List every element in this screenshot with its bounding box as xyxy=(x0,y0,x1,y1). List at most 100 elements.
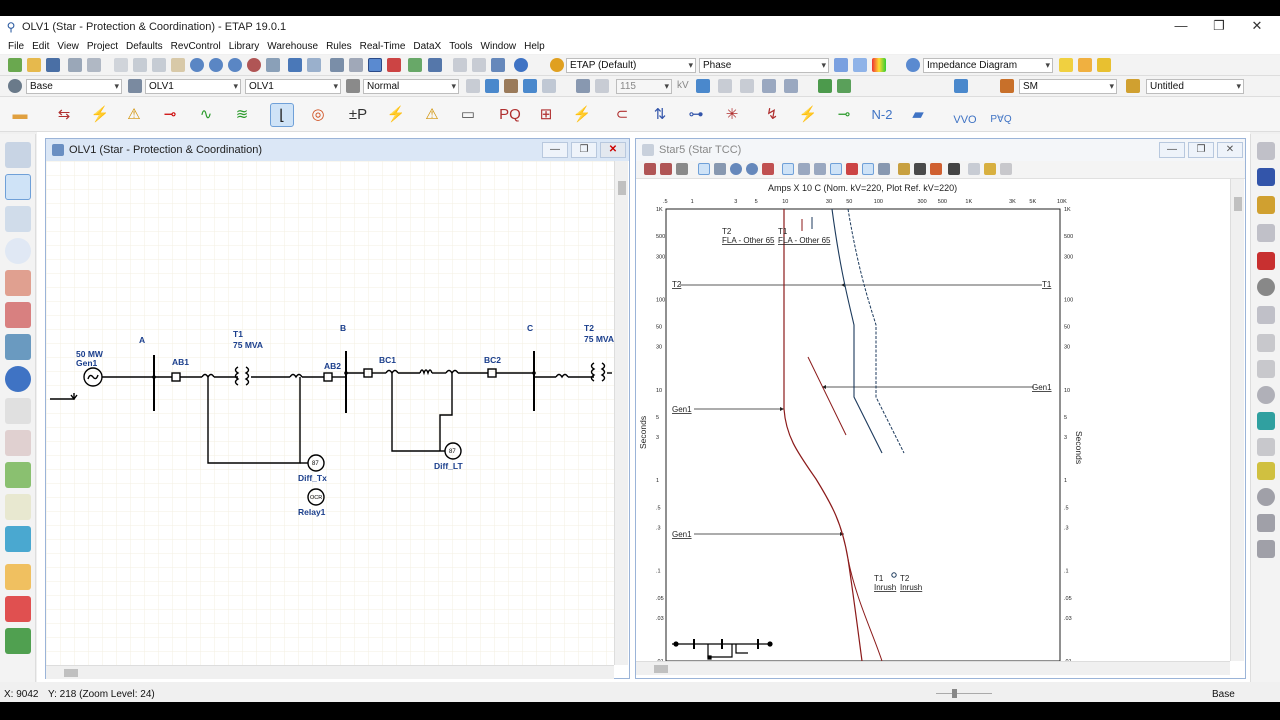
menu-edit[interactable]: Edit xyxy=(32,41,49,52)
green-cars-icon[interactable] xyxy=(837,79,851,93)
star-protection-icon[interactable]: ⌊ xyxy=(270,103,294,127)
flow-diagram-icon[interactable] xyxy=(5,564,31,590)
open-icon[interactable] xyxy=(27,58,41,72)
railway-icon[interactable]: ▰ xyxy=(906,103,930,127)
menu-help[interactable]: Help xyxy=(524,41,545,52)
tcc-hash-icon[interactable] xyxy=(1000,163,1012,175)
dc-load-flow-icon[interactable]: ⇅ xyxy=(648,103,672,127)
tcc-print-icon[interactable] xyxy=(914,163,926,175)
menu-view[interactable]: View xyxy=(57,41,79,52)
sync-icon[interactable] xyxy=(1257,540,1275,558)
copy-config-icon[interactable] xyxy=(466,79,480,93)
tcc-grid-icon[interactable] xyxy=(814,163,826,175)
untitled-select[interactable]: Untitled xyxy=(1146,79,1244,94)
tcc-tool-i-icon[interactable] xyxy=(930,163,942,175)
reliability-icon[interactable]: ◎ xyxy=(306,103,330,127)
redo-icon[interactable] xyxy=(307,58,321,72)
globe-icon[interactable] xyxy=(5,366,31,392)
menu-tools[interactable]: Tools xyxy=(449,41,472,52)
minimize-button[interactable]: — xyxy=(1162,16,1200,38)
zoom-out-icon[interactable] xyxy=(209,58,223,72)
study-case-select[interactable]: ETAP (Default) xyxy=(566,58,696,73)
menu-revcontrol[interactable]: RevControl xyxy=(171,41,221,52)
diagram-select[interactable]: Impedance Diagram xyxy=(923,58,1053,73)
save-icon[interactable] xyxy=(46,58,60,72)
tcc-zoom-out2-icon[interactable] xyxy=(746,163,758,175)
tcc-minimize-button[interactable]: — xyxy=(1159,142,1185,158)
olv-vscroll-thumb[interactable] xyxy=(618,181,626,195)
zoom-slider-thumb[interactable] xyxy=(952,689,957,698)
formula-icon[interactable] xyxy=(5,494,31,520)
fit-icon[interactable] xyxy=(266,58,280,72)
show-grid-icon[interactable] xyxy=(368,58,382,72)
table-data-icon[interactable] xyxy=(762,79,776,93)
tcc-vscroll-thumb[interactable] xyxy=(1234,197,1242,211)
tcc-tool-2-icon[interactable] xyxy=(1257,168,1275,186)
zoom-slider-track[interactable] xyxy=(936,693,992,694)
maximize-button[interactable]: ❐ xyxy=(1200,16,1238,38)
zoom-in-icon[interactable] xyxy=(190,58,204,72)
cable-icon[interactable] xyxy=(5,334,31,360)
ground-grid-tool-icon[interactable] xyxy=(5,398,31,424)
new-project-icon[interactable] xyxy=(8,58,22,72)
tcc-horizontal-scrollbar[interactable] xyxy=(636,661,1230,675)
sm-select[interactable]: SM xyxy=(1019,79,1117,94)
menu-library[interactable]: Library xyxy=(229,41,260,52)
olv-horizontal-scrollbar[interactable] xyxy=(46,665,614,679)
unbalanced-load-flow-icon[interactable]: PQ xyxy=(498,103,522,127)
contingency-icon[interactable]: ↯ xyxy=(760,103,784,127)
tcc-tool-5-icon[interactable] xyxy=(1257,252,1275,270)
eraser-icon[interactable] xyxy=(595,79,609,93)
network-edit-icon[interactable] xyxy=(5,142,31,168)
tcc-tool-g-icon[interactable] xyxy=(878,163,890,175)
text-box-icon[interactable] xyxy=(330,58,344,72)
tcc-zoom-in-icon[interactable] xyxy=(644,163,656,175)
tcc-zoom-window-icon[interactable] xyxy=(762,163,774,175)
voltage-icon[interactable] xyxy=(576,79,590,93)
star-view-icon[interactable] xyxy=(5,238,31,264)
menu-datax[interactable]: DataX xyxy=(413,41,441,52)
menu-window[interactable]: Window xyxy=(481,41,517,52)
protection-device-icon[interactable] xyxy=(5,206,31,232)
kv-input[interactable]: 115 xyxy=(616,79,672,94)
pvq-icon[interactable]: P∀Q xyxy=(986,103,1016,127)
star-mode-icon[interactable] xyxy=(5,174,31,200)
sparkle-icon[interactable] xyxy=(5,430,31,456)
check-continuity-icon[interactable] xyxy=(387,58,401,72)
tcc-pan-icon[interactable] xyxy=(714,163,726,175)
calculator-icon[interactable] xyxy=(453,58,467,72)
short-circuit-icon[interactable]: ⚡ xyxy=(88,103,112,127)
optimal-capacitor-icon[interactable]: ⊞ xyxy=(534,103,558,127)
fault-icon[interactable]: ⚡ xyxy=(796,103,820,127)
tcc-tool-h-icon[interactable] xyxy=(898,163,910,175)
notes-icon[interactable] xyxy=(1059,58,1073,72)
grid-icon[interactable] xyxy=(349,58,363,72)
tcc-maximize-button[interactable]: ❐ xyxy=(1188,142,1214,158)
menu-warehouse[interactable]: Warehouse xyxy=(267,41,318,52)
pen-icon[interactable] xyxy=(853,58,867,72)
tcc-tool-4-icon[interactable] xyxy=(1257,224,1275,242)
relay-icon[interactable] xyxy=(5,270,31,296)
green-car-icon[interactable] xyxy=(818,79,832,93)
cut-icon[interactable] xyxy=(114,58,128,72)
menu-project[interactable]: Project xyxy=(87,41,118,52)
menu-real-time[interactable]: Real-Time xyxy=(360,41,406,52)
cable-pulling-icon[interactable]: ⊂ xyxy=(610,103,634,127)
arrow-down-blue-icon[interactable] xyxy=(954,79,968,93)
print-preview-icon[interactable] xyxy=(87,58,101,72)
edit-mode-icon[interactable] xyxy=(485,79,499,93)
tcc-hscroll-thumb[interactable] xyxy=(654,665,668,673)
menu-rules[interactable]: Rules xyxy=(326,41,352,52)
tcc-close-button[interactable]: ✕ xyxy=(1217,142,1243,158)
print-icon[interactable] xyxy=(68,58,82,72)
refresh-icon[interactable] xyxy=(1257,514,1275,532)
paste-icon[interactable] xyxy=(152,58,166,72)
menu-defaults[interactable]: Defaults xyxy=(126,41,163,52)
search-icon[interactable] xyxy=(1257,386,1275,404)
tcc-tool-f-icon[interactable] xyxy=(862,163,874,175)
tcc-zoom-icon[interactable] xyxy=(730,163,742,175)
optimal-power-flow-icon[interactable]: ±P xyxy=(346,103,370,127)
tcc-tool-a-icon[interactable] xyxy=(782,163,794,175)
cloud-icon[interactable] xyxy=(523,79,537,93)
edit-mode-pencil-icon[interactable]: ▬ xyxy=(8,103,32,127)
